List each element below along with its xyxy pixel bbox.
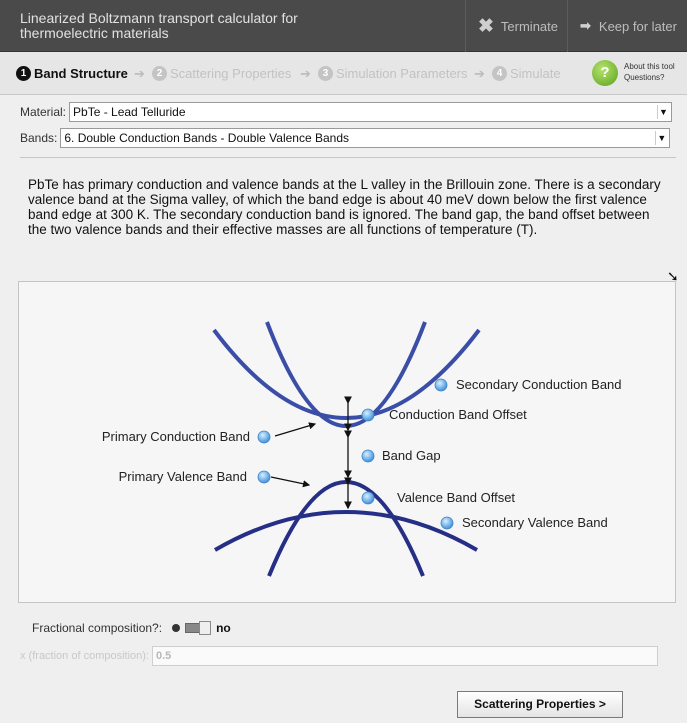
title-bar: Linearized Boltzmann transport calculato…: [0, 0, 687, 52]
bands-select[interactable]: 6. Double Conduction Bands - Double Vale…: [60, 128, 671, 148]
step-number: 4: [492, 66, 507, 81]
hotspot-primary-conduction[interactable]: [257, 430, 271, 444]
question-icon[interactable]: ?: [592, 60, 618, 86]
about-line: About this tool: [624, 62, 675, 71]
step-arrow-icon: ➔: [474, 66, 485, 81]
toggle-knob[interactable]: [199, 621, 212, 635]
keep-for-later-button[interactable]: ➡ Keep for later: [567, 0, 687, 52]
wizard-steps: 1 Band Structure ➔ 2 Scattering Properti…: [0, 52, 687, 95]
dropdown-arrow-icon[interactable]: ▼: [655, 131, 667, 145]
band-diagram-svg: Secondary Conduction Band Conduction Ban…: [102, 321, 622, 577]
step-scattering-properties[interactable]: 2 Scattering Properties: [152, 66, 291, 81]
toggle-value: no: [216, 621, 231, 635]
hotspot-primary-valence[interactable]: [257, 470, 271, 484]
divider: [20, 157, 676, 158]
hotspot-band-gap[interactable]: [361, 449, 375, 463]
hotspot-secondary-valence[interactable]: [440, 516, 454, 530]
bands-label: Bands:: [20, 131, 58, 145]
app-title: Linearized Boltzmann transport calculato…: [20, 10, 298, 41]
secondary-conduction-band: [212, 328, 481, 420]
step-number: 2: [152, 66, 167, 81]
fractional-composition-row: Fractional composition?: no: [32, 621, 231, 635]
material-row: Material: PbTe - Lead Telluride ▼: [20, 102, 673, 122]
fractional-composition-toggle[interactable]: no: [172, 621, 231, 635]
step-number: 3: [318, 66, 333, 81]
bands-value: 6. Double Conduction Bands - Double Vale…: [64, 131, 349, 145]
secondary-valence-band: [213, 510, 479, 552]
label-primary-valence: Primary Valence Band: [119, 469, 247, 484]
material-value: PbTe - Lead Telluride: [73, 105, 186, 119]
step-arrow-icon: ➔: [134, 66, 145, 81]
label-conduction-offset: Conduction Band Offset: [389, 407, 527, 422]
step-label: Band Structure: [34, 66, 128, 81]
label-secondary-conduction: Secondary Conduction Band: [456, 377, 622, 392]
close-icon: ✖: [478, 15, 494, 37]
bands-row: Bands: 6. Double Conduction Bands - Doub…: [20, 128, 671, 148]
hotspot-secondary-conduction[interactable]: [434, 378, 448, 392]
material-select[interactable]: PbTe - Lead Telluride ▼: [69, 102, 673, 122]
hotspot-conduction-offset[interactable]: [361, 408, 375, 422]
terminate-button[interactable]: ✖ Terminate: [465, 0, 565, 52]
toggle-dot: [172, 624, 181, 632]
fraction-x-input[interactable]: 0.5: [152, 646, 658, 666]
terminate-label: Terminate: [500, 18, 558, 34]
arrow-right-icon: ➡: [580, 18, 591, 33]
step-band-structure[interactable]: 1 Band Structure: [16, 66, 128, 81]
label-secondary-valence: Secondary Valence Band: [462, 515, 608, 530]
band-diagram: Secondary Conduction Band Conduction Ban…: [18, 281, 676, 603]
keep-label: Keep for later: [598, 18, 677, 34]
scattering-properties-button[interactable]: Scattering Properties >: [457, 691, 623, 718]
label-primary-conduction: Primary Conduction Band: [102, 429, 250, 444]
label-valence-offset: Valence Band Offset: [397, 490, 515, 505]
fraction-x-row: x (fraction of composition): 0.5: [20, 646, 658, 666]
step-label: Simulation Parameters: [336, 66, 468, 81]
fractional-composition-label: Fractional composition?:: [32, 621, 163, 635]
step-number: 1: [16, 66, 31, 81]
material-label: Material:: [20, 105, 67, 119]
pointer-line: [274, 422, 317, 437]
questions-line: Questions?: [624, 73, 665, 82]
dropdown-arrow-icon[interactable]: ▼: [657, 105, 669, 119]
pointer-line: [270, 476, 311, 488]
band-description: PbTe has primary conduction and valence …: [28, 177, 661, 237]
fraction-x-label: x (fraction of composition):: [20, 650, 149, 662]
label-band-gap: Band Gap: [382, 448, 441, 463]
step-simulate[interactable]: 4 Simulate: [492, 66, 561, 81]
hotspot-valence-offset[interactable]: [361, 491, 375, 505]
step-label: Simulate: [510, 66, 561, 81]
about-tool-link[interactable]: About this tool Questions?: [624, 61, 686, 83]
step-simulation-parameters[interactable]: 3 Simulation Parameters: [318, 66, 468, 81]
step-label: Scattering Properties: [170, 66, 292, 81]
step-arrow-icon: ➔: [300, 66, 311, 81]
